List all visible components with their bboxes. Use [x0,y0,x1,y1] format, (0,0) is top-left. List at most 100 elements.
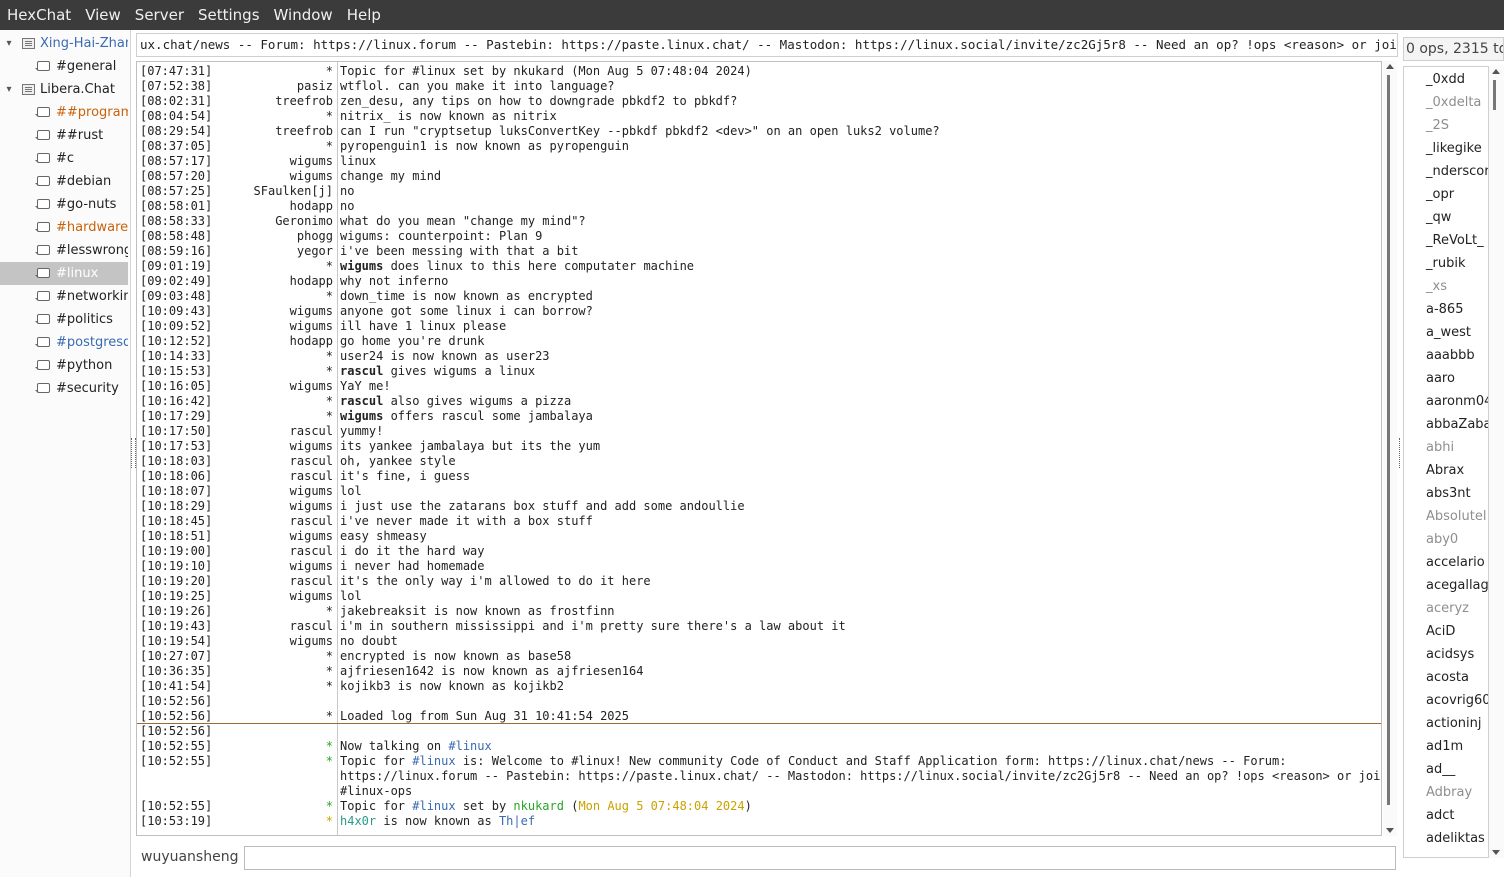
user-list-item[interactable]: _likegike [1426,137,1482,160]
tree-channel-hardware[interactable]: #hardware [0,216,128,239]
nick[interactable]: hodapp [213,334,333,349]
nick[interactable]: wigums [213,169,333,184]
channel-link[interactable]: #linux [412,754,455,768]
scrollbar-thumb[interactable] [1493,80,1496,110]
user-list-item[interactable]: acidsys [1426,643,1474,666]
expander-arrow-icon[interactable]: ▾ [4,78,14,101]
tree-channel-politics[interactable]: #politics [0,308,128,331]
user-list-item[interactable]: Adbray [1426,781,1472,804]
nick[interactable]: wigums [213,439,333,454]
user-list-item[interactable]: ad1m [1426,735,1463,758]
user-list-item[interactable]: _opr [1426,183,1454,206]
tree-channel-programming[interactable]: ##programming [0,101,128,124]
tree-channel-debian[interactable]: #debian [0,170,128,193]
user-list-item[interactable]: _2S [1426,114,1449,137]
nick[interactable]: yegor [213,244,333,259]
nick[interactable]: rascul [213,619,333,634]
nick[interactable]: treefrob [213,94,333,109]
nick[interactable]: rascul [213,574,333,589]
tree-channel-networking[interactable]: #networking [0,285,128,308]
user-list-item[interactable]: acegallag [1426,574,1488,597]
user-list-item[interactable]: _0xdd [1426,68,1465,91]
scrollbar-thumb[interactable] [1387,75,1390,805]
tree-network-xing-hai-zhan[interactable]: ▾ Xing-Hai-Zhan [0,32,128,55]
nick-button[interactable]: wuyuansheng [141,849,238,865]
user-list-item[interactable]: _qw [1426,206,1451,229]
tree-channel-python[interactable]: #python [0,354,128,377]
user-list-item[interactable]: _0xdelta [1426,91,1481,114]
user-list-item[interactable]: _rubik [1426,252,1465,275]
user-list-item[interactable]: ad__ [1426,758,1455,781]
user-list-item[interactable]: abs3nt [1426,482,1471,505]
nick[interactable]: SFaulken[j] [213,184,333,199]
tree-channel-rust[interactable]: ##rust [0,124,128,147]
tree-network-libera-chat[interactable]: ▾ Libera.Chat [0,78,128,101]
new-nick[interactable]: Th|ef [499,814,535,828]
nick[interactable]: wigums [213,379,333,394]
scroll-up-arrow-icon[interactable] [1386,64,1394,69]
nick[interactable]: hodapp [213,199,333,214]
message-input[interactable] [244,846,1396,870]
user-list-item[interactable]: adeliktas [1426,827,1485,850]
menu-hexchat[interactable]: HexChat [0,0,78,30]
topic-bar[interactable]: ux.chat/news -- Forum: https://linux.for… [136,33,1398,57]
nick[interactable]: Geronimo [213,214,333,229]
action-nick[interactable]: rascul [340,364,383,378]
user-list-item[interactable]: Absolutel [1426,505,1486,528]
user-list-item[interactable]: aaabbb [1426,344,1475,367]
tree-channel-go-nuts[interactable]: #go-nuts [0,193,128,216]
nick[interactable]: rascul [213,424,333,439]
nick[interactable]: treefrob [213,124,333,139]
user-list-item[interactable]: abbaZaba [1426,413,1488,436]
menu-server[interactable]: Server [128,0,191,30]
nick[interactable]: pasiz [213,79,333,94]
user-list-item[interactable]: aceryz [1426,597,1469,620]
user-list-item[interactable]: acosta [1426,666,1469,689]
nick[interactable]: wigums [213,484,333,499]
user-list-item[interactable]: _xs [1426,275,1447,298]
user-list-item[interactable]: Abrax [1426,459,1464,482]
tree-channel-linux[interactable]: #linux [0,262,128,285]
nick[interactable]: wigums [213,559,333,574]
menu-view[interactable]: View [78,0,128,30]
tree-channel-postgresql[interactable]: #postgresql [0,331,128,354]
nick[interactable]: rascul [213,454,333,469]
user-list-item[interactable]: adct [1426,804,1454,827]
channel-link[interactable]: #linux [412,799,455,813]
action-nick[interactable]: wigums [340,259,383,273]
user-list-item[interactable]: aby0 [1426,528,1458,551]
scroll-up-arrow-icon[interactable] [1492,69,1500,74]
nick[interactable]: wigums [213,529,333,544]
scroll-down-arrow-icon[interactable] [1386,828,1394,833]
nick[interactable]: wigums [213,634,333,649]
scroll-down-arrow-icon[interactable] [1492,850,1500,855]
user-list-item[interactable]: a_west [1426,321,1471,344]
nick[interactable]: wigums [213,589,333,604]
user-list-item[interactable]: aaro [1426,367,1455,390]
userlist-scrollbar[interactable] [1489,66,1504,858]
user-list-item[interactable]: accelario [1426,551,1485,574]
user-list-item[interactable]: a-865 [1426,298,1463,321]
action-nick[interactable]: wigums [340,409,383,423]
pane-resize-handle[interactable] [131,438,136,468]
tree-channel-general[interactable]: #general [0,55,128,78]
user-list-item[interactable]: actioninj [1426,712,1481,735]
user-list-item[interactable]: abhi [1426,436,1454,459]
nick[interactable]: rascul [213,514,333,529]
nick[interactable]: wigums [213,154,333,169]
nick[interactable]: hodapp [213,274,333,289]
setter-nick[interactable]: nkukard [513,799,564,813]
tree-channel-security[interactable]: #security [0,377,128,400]
menu-settings[interactable]: Settings [191,0,267,30]
user-list-item[interactable]: aaronm04 [1426,390,1488,413]
tree-channel-c[interactable]: #c [0,147,128,170]
nick[interactable]: rascul [213,544,333,559]
nick[interactable]: rascul [213,469,333,484]
user-list-item[interactable]: _nderscor [1426,160,1488,183]
menu-help[interactable]: Help [340,0,388,30]
nick[interactable]: phogg [213,229,333,244]
old-nick[interactable]: h4x0r [340,814,376,828]
user-list-item[interactable]: _ReVoLt_ [1426,229,1484,252]
nick[interactable]: wigums [213,304,333,319]
tree-channel-lesswrong[interactable]: #lesswrong [0,239,128,262]
